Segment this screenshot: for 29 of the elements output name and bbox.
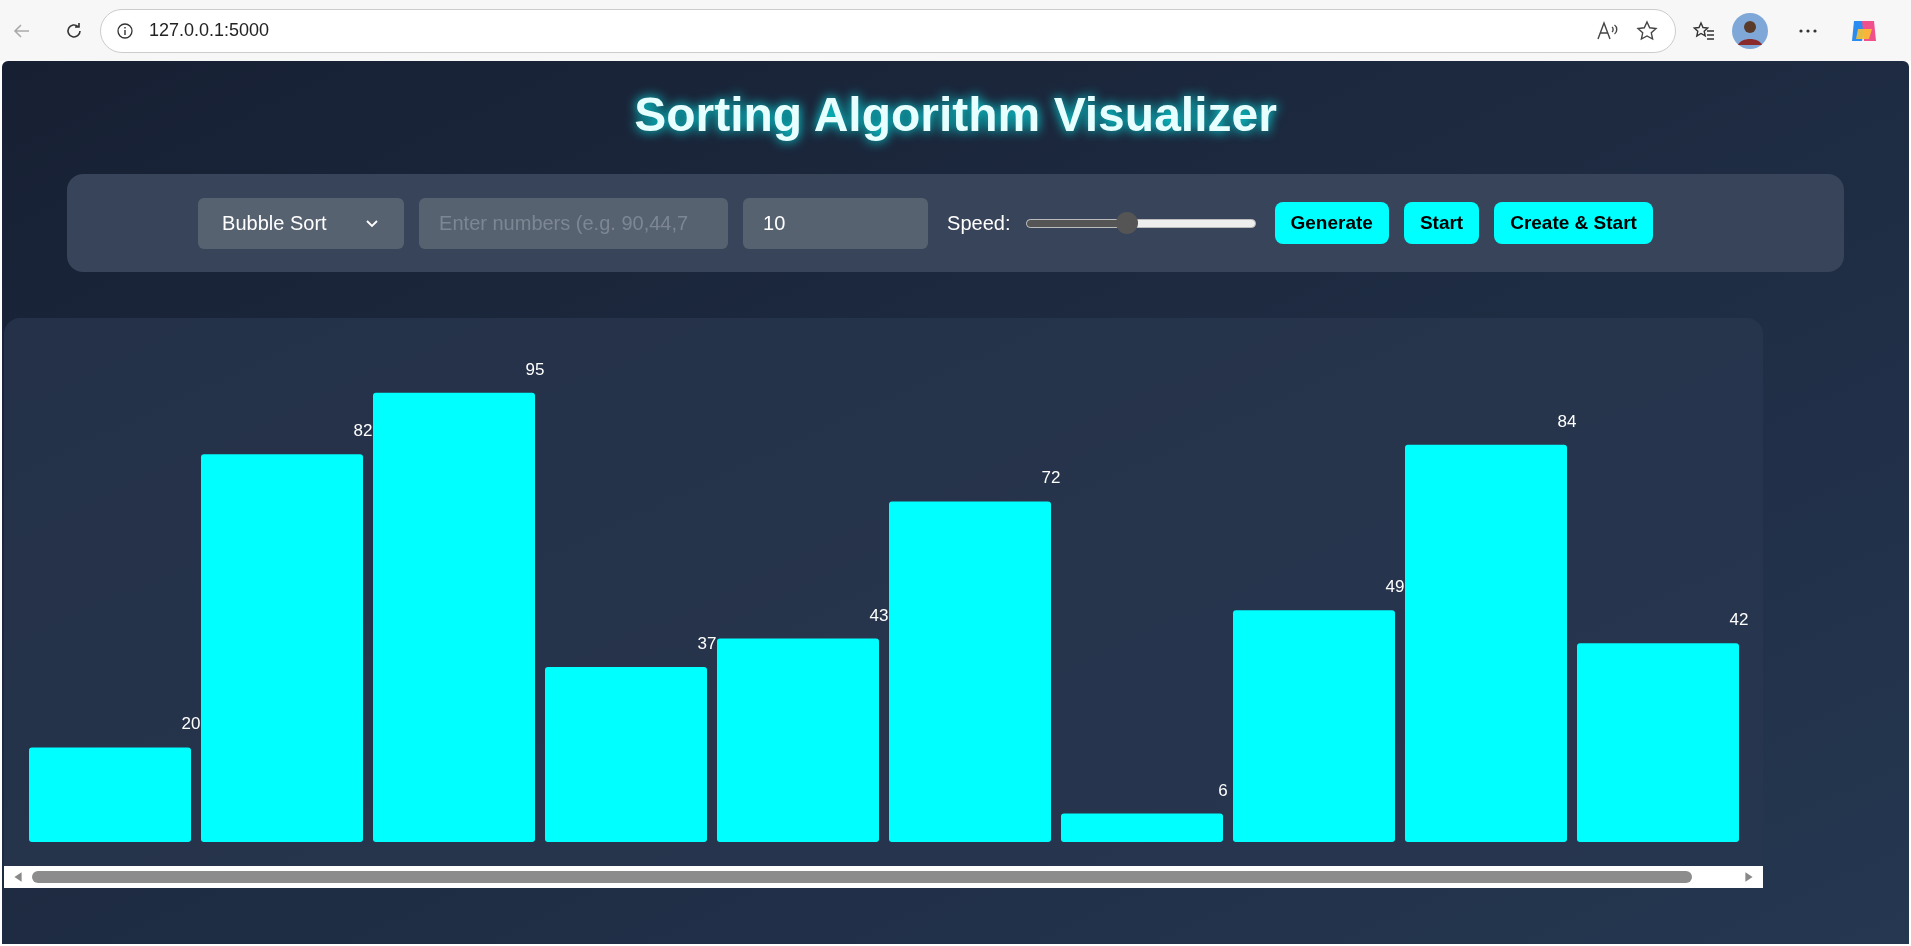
slider-thumb[interactable] [1115,212,1138,234]
size-input[interactable]: 10 [743,197,929,249]
reload-icon[interactable] [64,20,84,41]
value-label: 72 [1041,468,1061,488]
scroll-left-icon[interactable] [12,871,24,883]
star-icon[interactable] [1635,18,1659,43]
avatar-icon[interactable] [1732,12,1768,49]
value-label: 37 [697,634,717,653]
value-label: 20 [181,714,201,734]
action-button[interactable]: Generate [1274,202,1389,244]
value-label: 95 [525,359,545,379]
horizontal-scrollbar[interactable] [4,866,1763,888]
info-icon[interactable] [117,22,133,39]
value-label: 43 [869,605,889,625]
url-text: 127.0.0.1:5000 [149,19,270,42]
address-bar[interactable]: 127.0.0.1:5000 [100,8,1676,53]
value-label: 84 [1557,411,1577,431]
algorithm-select[interactable]: Bubble Sort [198,197,405,249]
action-button[interactable]: Start [1403,202,1480,244]
value-label: 49 [1385,577,1405,597]
value-label: 42 [1729,610,1749,630]
slider-track[interactable] [1025,218,1256,228]
page-title: Sorting Algorithm Visualizer [634,87,1277,143]
action-button[interactable]: Create & Start [1494,202,1653,244]
value-label: 6 [1218,780,1228,800]
scroll-right-icon[interactable] [1743,871,1755,883]
scrollbar-thumb[interactable] [32,871,1692,883]
value-label: 82 [353,421,373,441]
speed-label: Speed: [947,211,1011,236]
